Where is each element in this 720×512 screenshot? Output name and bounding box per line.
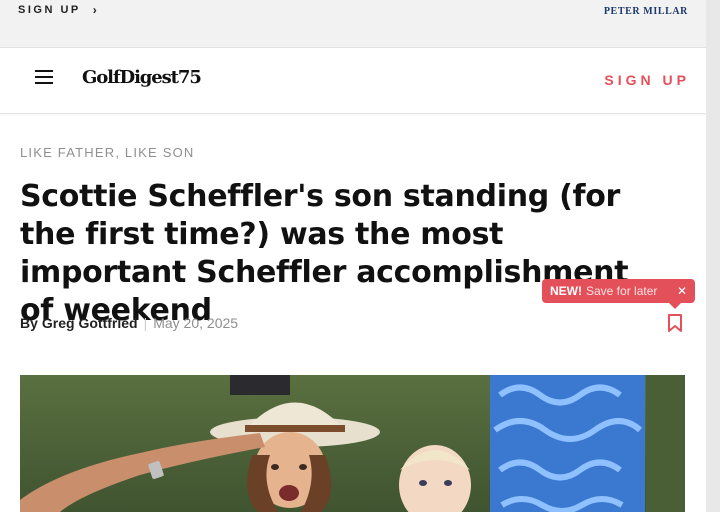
promo-signup-label: SIGN UP — [18, 4, 81, 16]
tooltip-message: Save for later — [586, 284, 658, 298]
hero-photo — [20, 375, 685, 512]
site-logo[interactable]: GolfDigest75 — [82, 67, 202, 88]
save-for-later-tooltip: NEW! Save for later ✕ — [542, 279, 695, 309]
byline-separator: | — [143, 315, 148, 331]
page-scrollbar[interactable] — [706, 0, 720, 512]
new-badge: NEW! — [550, 284, 582, 298]
author-link[interactable]: Greg Gottfried — [42, 315, 138, 331]
article-headline: Scottie Scheffler's son standing (for th… — [20, 179, 629, 328]
chevron-right-icon: › — [92, 3, 100, 17]
sponsor-logo[interactable]: PETER MILLAR — [604, 6, 688, 17]
hero-image[interactable] — [20, 375, 685, 512]
byline-prefix: By — [20, 315, 38, 331]
header-signup-button[interactable]: SIGN UP — [604, 72, 690, 88]
hamburger-menu-icon[interactable] — [35, 70, 53, 86]
close-icon[interactable]: ✕ — [677, 284, 687, 298]
bookmark-icon[interactable] — [667, 314, 683, 332]
promo-signup-link[interactable]: SIGN UP › — [18, 3, 99, 17]
publish-date: May 20, 2025 — [153, 315, 239, 331]
promo-bar: SIGN UP › PETER MILLAR — [0, 0, 706, 48]
byline: By Greg Gottfried | May 20, 2025 — [20, 315, 238, 331]
site-header: GolfDigest75 SIGN UP — [0, 48, 706, 114]
article-kicker[interactable]: LIKE FATHER, LIKE SON — [20, 145, 195, 160]
